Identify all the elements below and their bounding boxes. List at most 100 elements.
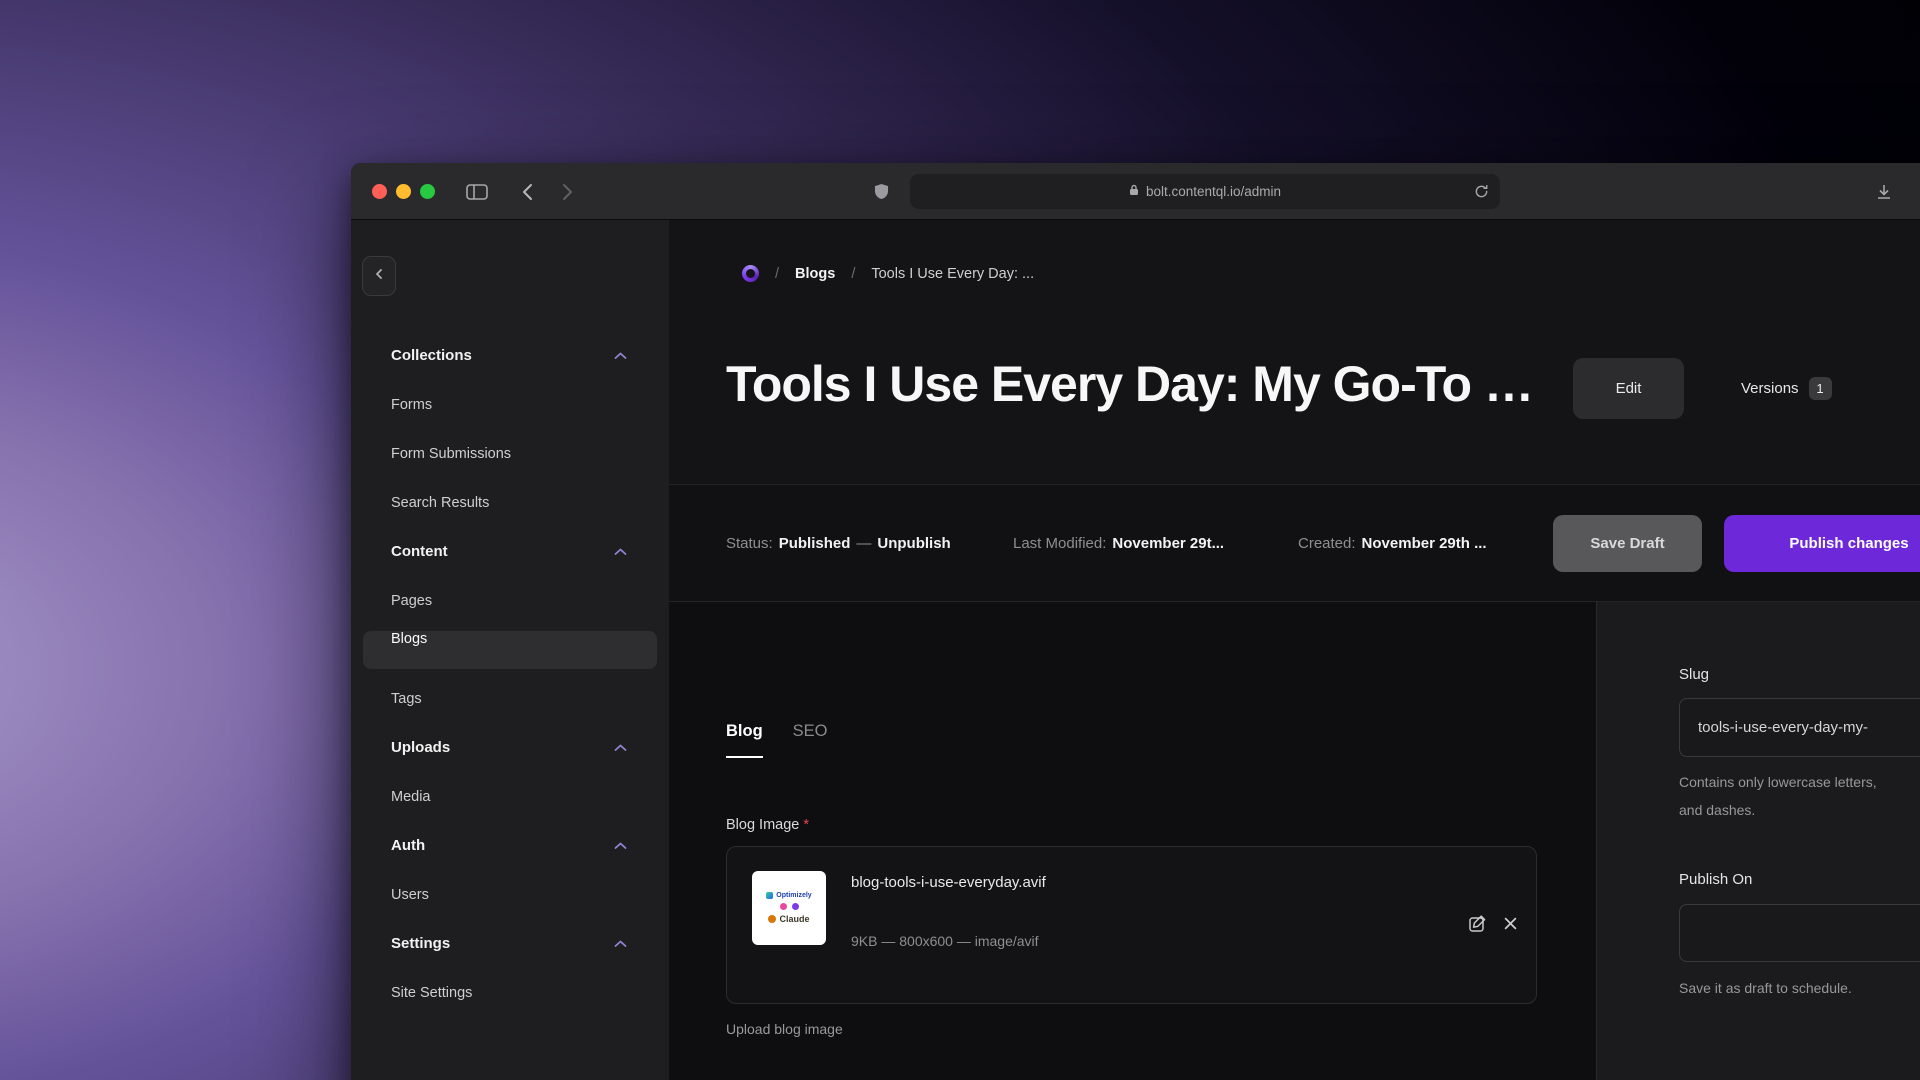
- chevron-up-icon: [614, 543, 627, 560]
- breadcrumb-current: Tools I Use Every Day: ...: [871, 266, 1034, 282]
- breadcrumb-separator: /: [775, 266, 779, 282]
- blog-image-file-card: Optimizely Claude: [726, 846, 1537, 1004]
- chevron-left-icon: [373, 267, 385, 285]
- document-content: Blog SEO Blog Image* Optimizely: [669, 602, 1920, 1080]
- versions-label: Versions: [1741, 380, 1799, 397]
- sidebar-section-uploads[interactable]: Uploads: [351, 723, 669, 772]
- created-group: Created: November 29th ...: [1298, 485, 1487, 601]
- upload-helper-text: Upload blog image: [726, 1021, 843, 1037]
- brand-logo-icon: [766, 892, 773, 899]
- zoom-window-button[interactable]: [420, 184, 435, 199]
- blog-image-field-label: Blog Image*: [726, 817, 809, 833]
- browser-toolbar: bolt.contentql.io/admin: [351, 163, 1920, 220]
- breadcrumb: / Blogs / Tools I Use Every Day: ...: [742, 265, 1034, 282]
- field-label-text: Blog Image: [726, 817, 799, 833]
- lock-icon: [1129, 184, 1139, 199]
- main-area: / Blogs / Tools I Use Every Day: ... Too…: [669, 220, 1920, 1080]
- tab-blog[interactable]: Blog: [726, 722, 763, 758]
- sidebar-item-forms[interactable]: Forms: [351, 380, 669, 429]
- minimize-window-button[interactable]: [396, 184, 411, 199]
- browser-window: bolt.contentql.io/admin: [351, 163, 1920, 1080]
- slug-label: Slug: [1679, 666, 1709, 683]
- privacy-shield-icon[interactable]: [871, 163, 891, 220]
- app-logo-icon[interactable]: [742, 265, 759, 282]
- publish-on-helper: Save it as draft to schedule.: [1679, 980, 1852, 996]
- sidebar-item-form-submissions[interactable]: Form Submissions: [351, 429, 669, 478]
- unpublish-link[interactable]: Unpublish: [877, 535, 950, 552]
- x-icon: [1503, 916, 1518, 934]
- brand-label: Optimizely: [776, 892, 811, 899]
- slug-helper-line1: Contains only lowercase letters,: [1679, 774, 1877, 790]
- file-meta: 9KB — 800x600 — image/avif: [851, 933, 1039, 949]
- tab-bar: Blog SEO: [726, 722, 828, 758]
- brand-label: Claude: [779, 914, 809, 924]
- breadcrumb-separator: /: [851, 266, 855, 282]
- status-value: Published: [779, 535, 851, 552]
- last-modified-value: November 29t...: [1112, 535, 1224, 552]
- section-label: Collections: [391, 347, 472, 364]
- forward-icon[interactable]: [557, 163, 577, 220]
- remove-file-button[interactable]: [1503, 916, 1518, 934]
- collapse-sidebar-button[interactable]: [362, 256, 396, 296]
- publish-on-input[interactable]: [1679, 904, 1920, 962]
- slug-input[interactable]: [1679, 698, 1920, 757]
- brand-dot-icon: [780, 903, 787, 910]
- url-text: bolt.contentql.io/admin: [1146, 184, 1281, 199]
- sidebar-item-users[interactable]: Users: [351, 870, 669, 919]
- sidebar-item-search-results[interactable]: Search Results: [351, 478, 669, 527]
- edit-file-button[interactable]: [1468, 914, 1488, 937]
- versions-button[interactable]: Versions 1: [1741, 377, 1832, 400]
- section-label: Uploads: [391, 739, 450, 756]
- section-label: Settings: [391, 935, 450, 952]
- section-label: Content: [391, 543, 448, 560]
- sidebar-item-site-settings[interactable]: Site Settings: [351, 968, 669, 1017]
- brand-dot-icon: [768, 915, 776, 923]
- thumbnail-claude: Claude: [768, 914, 809, 924]
- window-controls: [372, 184, 435, 199]
- publish-changes-button[interactable]: Publish changes: [1724, 515, 1920, 572]
- admin-sidebar: Collections Forms Form Submissions Searc…: [351, 220, 669, 1080]
- chevron-up-icon: [614, 837, 627, 854]
- desktop-wallpaper: bolt.contentql.io/admin: [0, 0, 1920, 1080]
- chevron-up-icon: [614, 739, 627, 756]
- sidebar-item-tags[interactable]: Tags: [351, 674, 669, 723]
- sidebar-item-blogs[interactable]: Blogs: [363, 631, 657, 669]
- thumbnail-dots: [780, 903, 799, 910]
- page-body: Collections Forms Form Submissions Searc…: [351, 220, 1920, 1080]
- versions-count-badge: 1: [1809, 377, 1832, 400]
- sidebar-nav: Collections Forms Form Submissions Searc…: [351, 331, 669, 1017]
- last-modified-label: Last Modified:: [1013, 535, 1106, 552]
- required-asterisk: *: [803, 817, 809, 833]
- close-window-button[interactable]: [372, 184, 387, 199]
- refresh-icon[interactable]: [1474, 184, 1489, 202]
- status-label: Status:: [726, 535, 773, 552]
- sidebar-section-collections[interactable]: Collections: [351, 331, 669, 380]
- sidebar-section-settings[interactable]: Settings: [351, 919, 669, 968]
- sidebar-section-auth[interactable]: Auth: [351, 821, 669, 870]
- publish-on-label: Publish On: [1679, 871, 1752, 888]
- created-value: November 29th ...: [1362, 535, 1487, 552]
- last-modified-group: Last Modified: November 29t...: [1013, 485, 1224, 601]
- breadcrumb-blogs-link[interactable]: Blogs: [795, 266, 835, 282]
- file-actions: [1468, 847, 1518, 1003]
- form-column: Blog SEO Blog Image* Optimizely: [669, 602, 1596, 1080]
- created-label: Created:: [1298, 535, 1356, 552]
- sidebar-item-media[interactable]: Media: [351, 772, 669, 821]
- save-draft-button[interactable]: Save Draft: [1553, 515, 1702, 572]
- tab-seo[interactable]: SEO: [793, 722, 828, 758]
- address-bar[interactable]: bolt.contentql.io/admin: [910, 174, 1500, 209]
- document-header: / Blogs / Tools I Use Every Day: ... Too…: [669, 220, 1920, 484]
- page-title: Tools I Use Every Day: My Go-To …: [726, 354, 1533, 414]
- blog-image-thumbnail[interactable]: Optimizely Claude: [752, 871, 826, 945]
- thumbnail-logos: Optimizely: [766, 892, 811, 899]
- sidebar-section-content[interactable]: Content: [351, 527, 669, 576]
- status-group: Status: Published — Unpublish: [726, 485, 951, 601]
- back-icon[interactable]: [517, 163, 537, 220]
- sidebar-toggle-icon[interactable]: [465, 163, 489, 220]
- file-name[interactable]: blog-tools-i-use-everyday.avif: [851, 874, 1046, 891]
- meta-panel: Slug Contains only lowercase letters, an…: [1596, 602, 1920, 1080]
- sidebar-item-pages[interactable]: Pages: [351, 576, 669, 625]
- edit-button[interactable]: Edit: [1573, 358, 1684, 419]
- section-label: Auth: [391, 837, 425, 854]
- download-icon[interactable]: [1874, 163, 1894, 220]
